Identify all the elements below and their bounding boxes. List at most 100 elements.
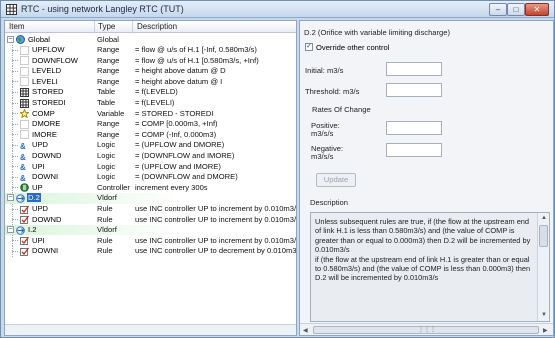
tree-item-name[interactable]: DOWNI <box>31 246 59 255</box>
tree-row[interactable]: STOREDI Table = f(LEVELI) <box>5 97 296 109</box>
tree-item-name[interactable]: D.2 <box>27 193 41 203</box>
tree-connector <box>12 182 13 194</box>
tree-group-row[interactable]: − D.2 Vldorf <box>5 192 296 204</box>
tree-item-name[interactable]: I.2 <box>27 225 37 234</box>
tree-connector <box>12 235 13 247</box>
scroll-thumb[interactable] <box>539 225 548 247</box>
tree-item-name[interactable]: UPFLOW <box>31 45 66 54</box>
tree-row[interactable]: UPI Rule use INC controller UP to incremen… <box>5 235 296 247</box>
column-divider[interactable] <box>94 21 95 33</box>
tree-row[interactable]: LEVELD Range = height above datum @ D <box>5 65 296 77</box>
tree-item-description: = COMP (-Inf, 0.000m3) <box>135 129 217 139</box>
range-icon <box>20 77 29 87</box>
tree-item-type: Range <box>97 66 120 76</box>
tree-item-type: Logic <box>97 140 116 150</box>
range-icon <box>20 56 29 66</box>
tree-connector <box>12 55 13 67</box>
tree-row[interactable]: UP Controller increment every 300s <box>5 182 296 194</box>
svg-text:&: & <box>20 142 26 150</box>
tree-row[interactable]: UPFLOW Range = flow @ u/s of H.1 [-Inf, 0.… <box>5 44 296 56</box>
tree-item-name[interactable]: Global <box>27 35 51 44</box>
tree-item-type: Variable <box>97 108 125 118</box>
column-divider[interactable] <box>132 21 133 33</box>
positive-unit: m3/s/s <box>311 129 334 138</box>
scroll-up-icon[interactable]: ▲ <box>541 215 547 221</box>
close-button[interactable]: ✕ <box>525 3 549 16</box>
column-header-item[interactable]: Item <box>9 22 25 31</box>
rtc-window: RTC - using network Langley RTC (TUT) – … <box>0 0 555 338</box>
tree-column-header: Item Type Description <box>5 21 296 33</box>
tree-group-row[interactable]: − I.2 Vldorf <box>5 224 296 236</box>
tree-row[interactable]: DMORE Range = COMP [0.000m3, +Inf) <box>5 118 296 130</box>
tree-item-type: Rule <box>97 246 113 256</box>
logic-icon: & <box>20 163 26 171</box>
minimize-button[interactable]: – <box>489 3 507 16</box>
tree-item-name[interactable]: UPD <box>31 140 49 149</box>
tree-item-name[interactable]: UP <box>31 183 44 192</box>
tree-item-type: Controller <box>97 182 130 192</box>
collapse-toggle-icon[interactable]: − <box>7 35 14 43</box>
tree-item-name[interactable]: DMORE <box>31 119 61 128</box>
svg-text:&: & <box>20 174 26 182</box>
tree-row[interactable]: DOWNFLOW Range = flow @ u/s of H.1 [0.580m… <box>5 55 296 67</box>
tree-row[interactable]: & DOWNI Logic = (DOWNFLOW and DMORE) <box>5 171 296 183</box>
threshold-input[interactable] <box>386 83 442 97</box>
collapse-toggle-icon[interactable]: − <box>7 226 14 234</box>
description-vertical-scrollbar[interactable]: ▲ ▼ <box>537 213 549 321</box>
tree-connector <box>12 86 13 98</box>
tree-item-name[interactable]: STOREDI <box>31 98 67 107</box>
update-button[interactable]: Update <box>316 173 356 187</box>
tree-item-description: = COMP [0.000m3, +Inf) <box>135 119 218 129</box>
tree-row[interactable]: & UPI Logic = (UPFLOW and IMORE) <box>5 161 296 173</box>
tree-item-name[interactable]: STORED <box>31 87 65 96</box>
tree-row[interactable]: & UPD Logic = (UPFLOW and DMORE) <box>5 139 296 151</box>
column-header-type[interactable]: Type <box>98 22 115 31</box>
description-box[interactable]: Unless subsequent rules are true, if (th… <box>310 212 550 322</box>
details-horizontal-scrollbar[interactable]: ◀ ⋮⋮⋮ ▶ <box>300 323 553 335</box>
positive-input[interactable] <box>386 121 442 135</box>
maximize-button[interactable]: □ <box>507 3 525 16</box>
tree-item-name[interactable]: DOWNFLOW <box>31 56 79 65</box>
tree-row[interactable]: & DOWND Logic = (DOWNFLOW and IMORE) <box>5 150 296 162</box>
tree-row[interactable]: DOWNI Rule use INC controller UP to decrem… <box>5 245 296 257</box>
negative-input[interactable] <box>386 143 442 157</box>
tree-row[interactable]: UPD Rule use INC controller UP to incremen… <box>5 203 296 215</box>
tree-item-name[interactable]: COMP <box>31 109 56 118</box>
tree-group-row[interactable]: − Global Global <box>5 34 296 45</box>
tree-item-name[interactable]: IMORE <box>31 130 58 139</box>
tree-item-name[interactable]: DOWNI <box>31 172 59 181</box>
tree-horizontal-scrollbar[interactable] <box>5 324 296 335</box>
tree-connector <box>12 97 13 109</box>
range-icon <box>20 45 29 55</box>
tree-item-name[interactable]: LEVELI <box>31 77 59 86</box>
tree-item-name[interactable]: UPI <box>31 162 46 171</box>
tree-item-type: Logic <box>97 161 116 171</box>
tree-item-type: Global <box>97 34 119 44</box>
tree-item-type: Range <box>97 129 120 139</box>
tree-item-name[interactable]: LEVELD <box>31 66 62 75</box>
tree-item-name[interactable]: UPI <box>31 236 46 245</box>
override-checkbox[interactable]: ✓ <box>305 43 313 51</box>
tree-item-description: = f(LEVELI) <box>135 98 175 108</box>
tree-row[interactable]: IMORE Range = COMP (-Inf, 0.000m3) <box>5 129 296 141</box>
initial-label: Initial: m3/s <box>305 66 344 75</box>
tree-row[interactable]: COMP Variable = STORED - STOREDI <box>5 108 296 120</box>
scroll-left-icon[interactable]: ◀ <box>303 327 308 334</box>
scroll-right-icon[interactable]: ▶ <box>543 327 548 334</box>
column-header-description[interactable]: Description <box>137 22 177 31</box>
collapse-toggle-icon[interactable]: − <box>7 194 14 202</box>
scroll-down-icon[interactable]: ▼ <box>541 312 547 318</box>
tree-item-type: Rule <box>97 235 113 245</box>
tree-item-name[interactable]: DOWND <box>31 215 63 224</box>
tree-item-name[interactable]: DOWND <box>31 151 63 160</box>
tree-row[interactable]: STORED Table = f(LEVELD) <box>5 86 296 98</box>
tree-connector <box>12 76 13 88</box>
window-title: RTC - using network Langley RTC (TUT) <box>21 4 184 14</box>
tree-item-type: Vldorf <box>97 225 117 235</box>
description-text: Unless subsequent rules are true, if (th… <box>315 217 531 283</box>
tree-row[interactable]: LEVELI Range = height above datum @ I <box>5 76 296 88</box>
tree-item-name[interactable]: UPD <box>31 204 49 213</box>
initial-input[interactable] <box>386 62 442 76</box>
title-bar[interactable]: RTC - using network Langley RTC (TUT) – … <box>1 1 554 18</box>
tree-row[interactable]: DOWND Rule use INC controller UP to increm… <box>5 214 296 226</box>
